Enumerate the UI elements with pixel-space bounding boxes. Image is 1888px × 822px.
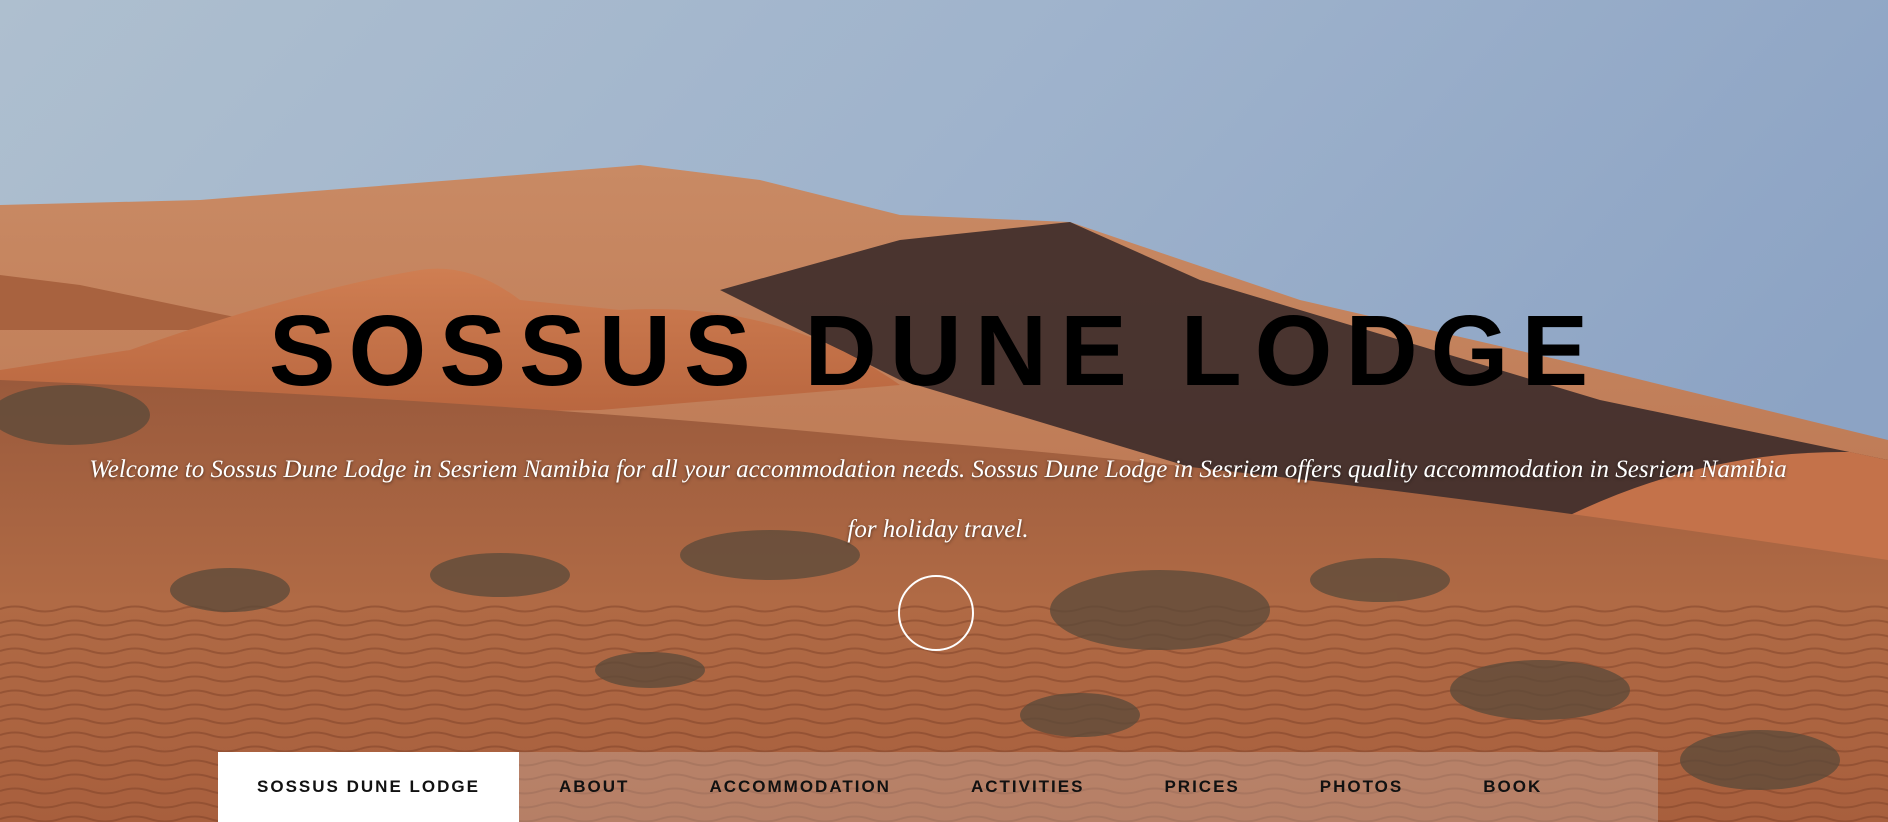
hero-background-image	[0, 0, 1888, 822]
main-navigation: SOSSUS DUNE LODGE ABOUT ACCOMMODATION AC…	[218, 752, 1658, 822]
nav-item-prices[interactable]: PRICES	[1164, 777, 1239, 797]
nav-brand-link[interactable]: SOSSUS DUNE LODGE	[218, 752, 519, 822]
nav-item-book[interactable]: BOOK	[1483, 777, 1542, 797]
hero-section: SOSSUS DUNE LODGE Welcome to Sossus Dune…	[0, 0, 1888, 822]
hero-tagline: Welcome to Sossus Dune Lodge in Sesriem …	[89, 456, 1787, 543]
nav-item-activities[interactable]: ACTIVITIES	[971, 777, 1085, 797]
nav-item-about[interactable]: ABOUT	[559, 777, 629, 797]
nav-item-photos[interactable]: PHOTOS	[1320, 777, 1403, 797]
nav-item-accommodation[interactable]: ACCOMMODATION	[709, 777, 891, 797]
nav-links: ABOUT ACCOMMODATION ACTIVITIES PRICES PH…	[519, 752, 1622, 822]
site-title: SOSSUS DUNE LODGE	[268, 295, 1602, 407]
scroll-down-button[interactable]	[898, 575, 974, 651]
